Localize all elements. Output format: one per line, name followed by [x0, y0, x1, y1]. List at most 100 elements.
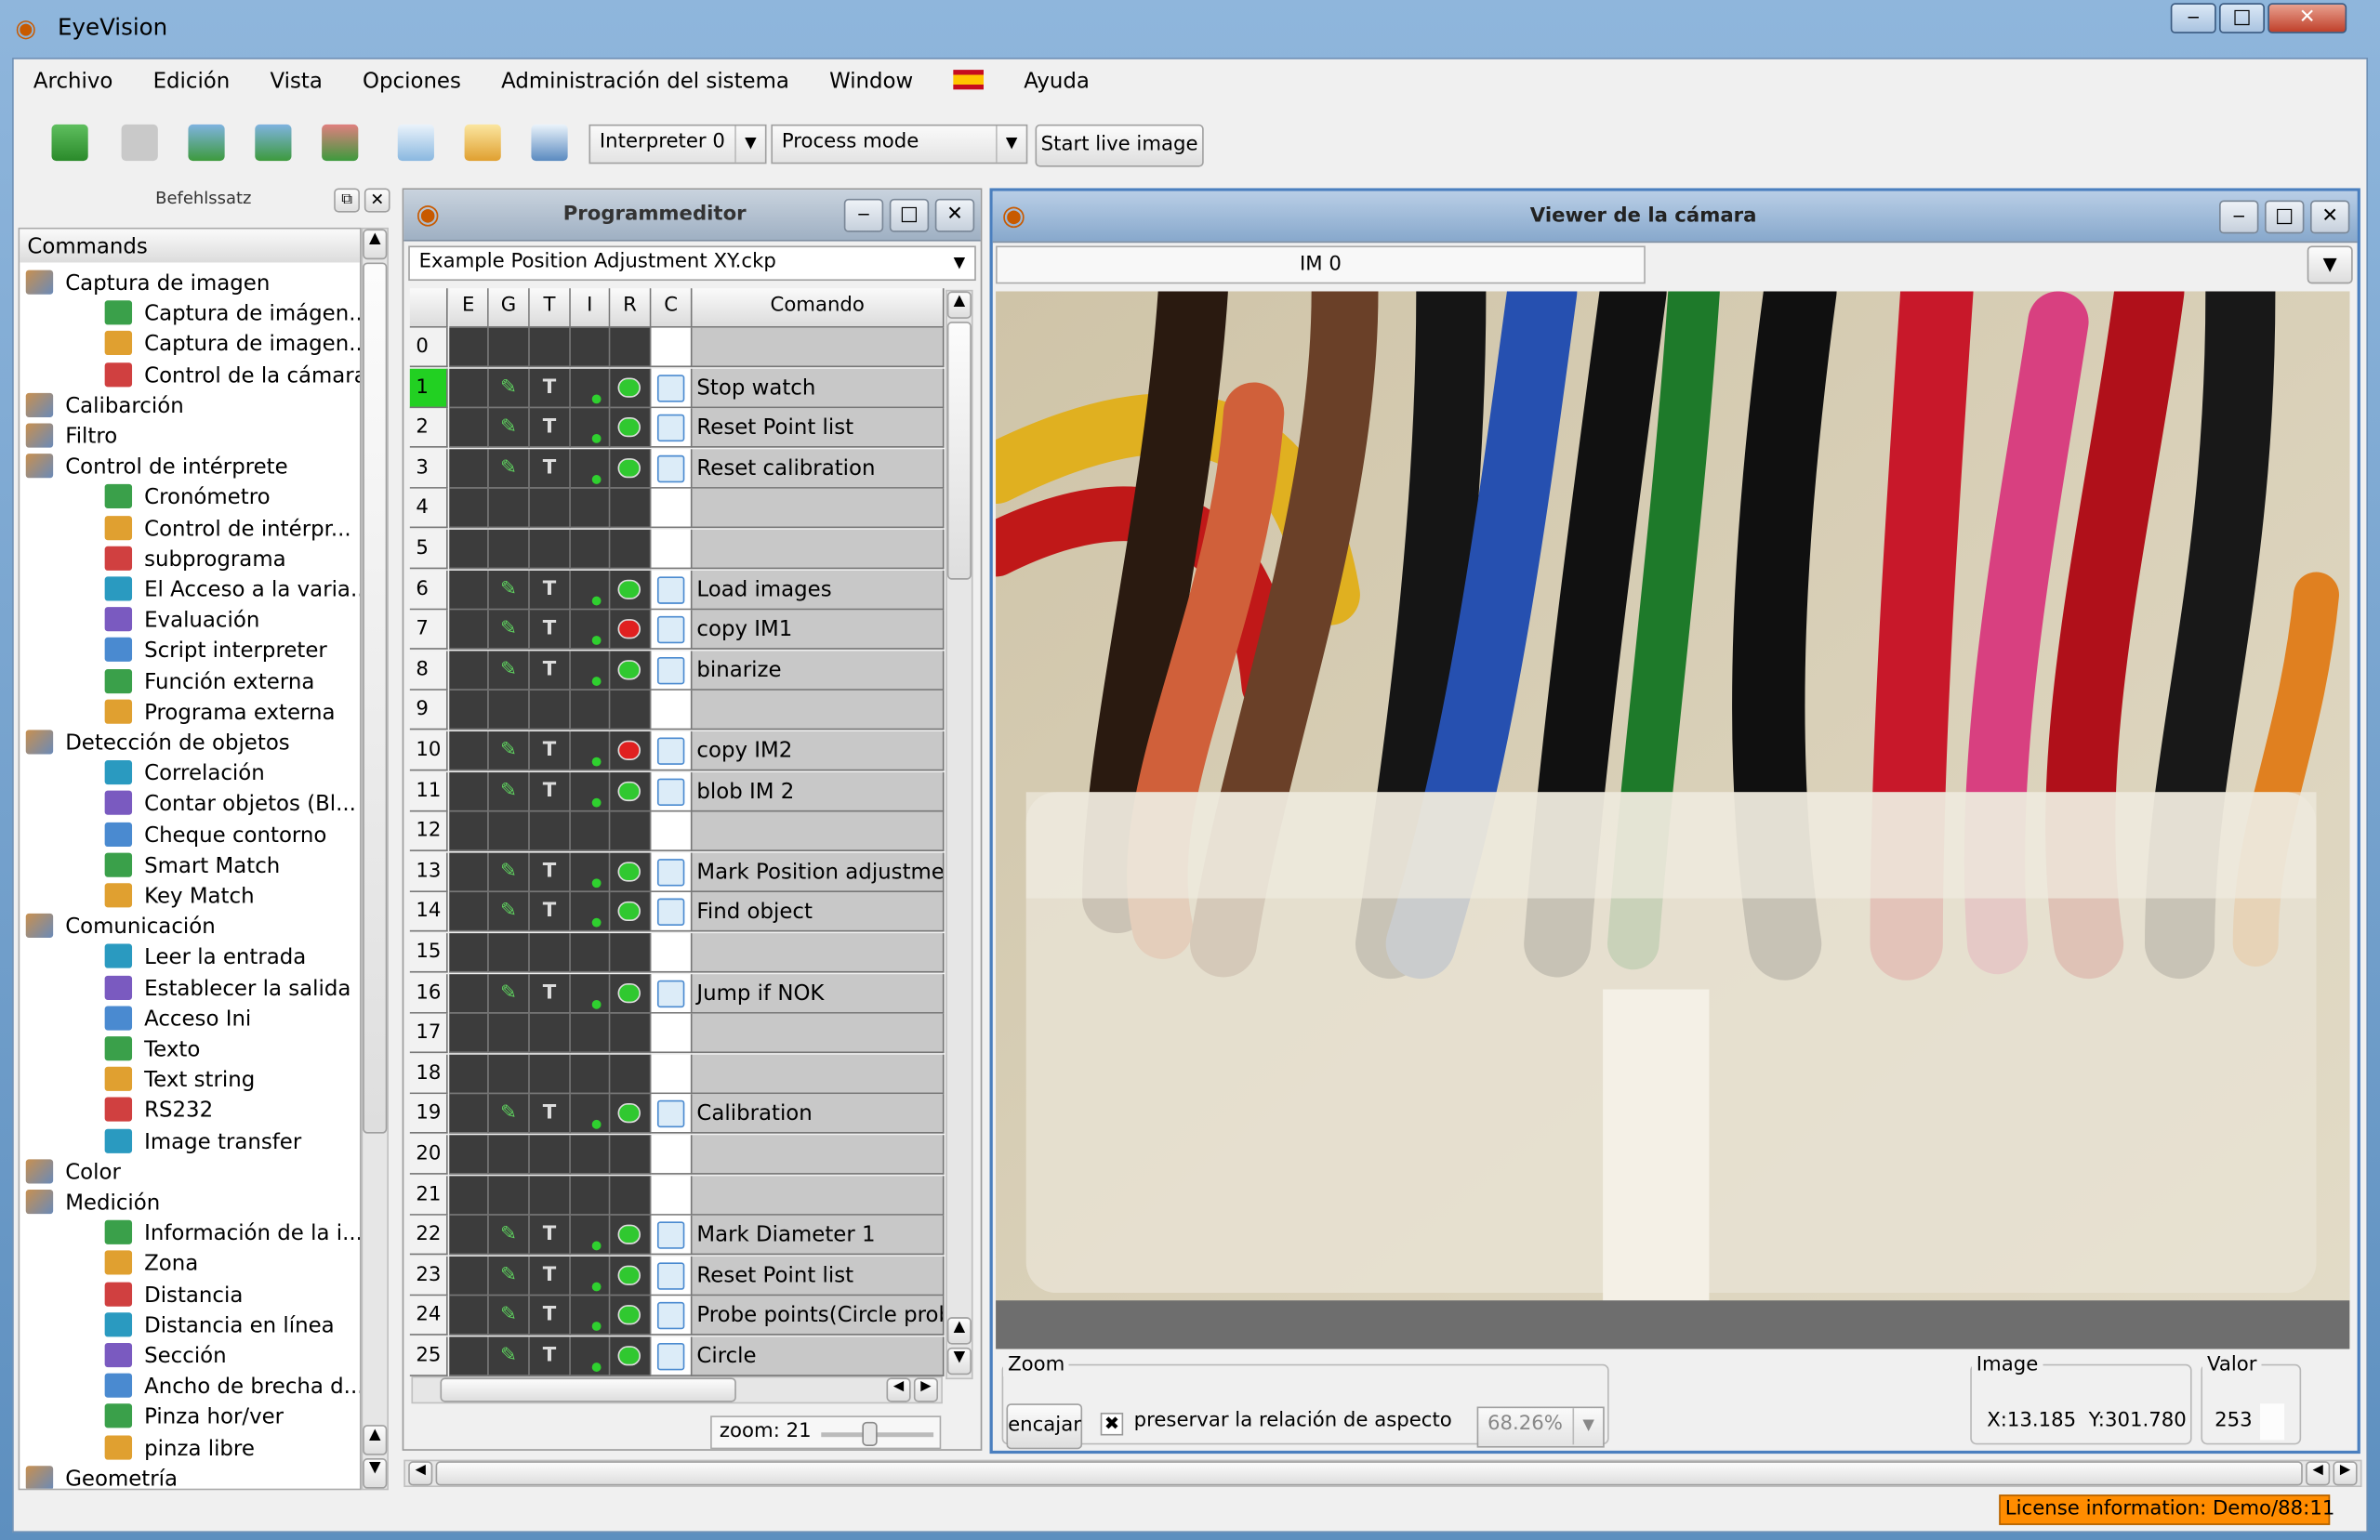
- table-row[interactable]: 4: [409, 489, 945, 530]
- flag-cell[interactable]: [449, 489, 489, 529]
- table-row[interactable]: 18: [409, 1054, 945, 1095]
- tree-category[interactable]: Control de intérprete: [25, 453, 288, 483]
- close-button[interactable]: ✕: [2268, 3, 2347, 33]
- trace-icon[interactable]: T: [529, 852, 571, 892]
- row-number[interactable]: 10: [409, 731, 448, 771]
- dot-icon[interactable]: [570, 771, 611, 811]
- command-icon[interactable]: [651, 448, 693, 489]
- pencil-icon[interactable]: ✎: [488, 408, 530, 448]
- interpreter-select[interactable]: Interpreter 0 ▼: [588, 124, 767, 165]
- tree-item[interactable]: Captura de imágen...: [104, 299, 360, 330]
- table-row[interactable]: 23 ✎ T Reset Point list: [409, 1256, 945, 1297]
- flag-cell[interactable]: [449, 1054, 489, 1094]
- scroll-up-icon[interactable]: ▲: [363, 229, 388, 260]
- dot-icon[interactable]: [570, 1336, 611, 1376]
- row-number[interactable]: 25: [409, 1336, 448, 1376]
- flag-cell[interactable]: [570, 327, 611, 368]
- command-icon[interactable]: [651, 489, 693, 529]
- tree-item[interactable]: Key Match: [104, 882, 255, 913]
- tree-item[interactable]: Correlación: [104, 759, 265, 790]
- menu-edicion[interactable]: Edición: [153, 70, 231, 94]
- open-folder-icon[interactable]: [464, 124, 501, 162]
- command-name[interactable]: Reset calibration: [692, 448, 945, 489]
- command-icon[interactable]: [651, 610, 693, 651]
- row-number[interactable]: 4: [409, 489, 448, 529]
- command-icon[interactable]: [651, 691, 693, 731]
- command-icon[interactable]: [651, 327, 693, 368]
- table-row[interactable]: 16 ✎ T Jump if NOK: [409, 973, 945, 1015]
- command-icon[interactable]: [651, 651, 693, 691]
- command-name[interactable]: Calibration: [692, 1094, 945, 1135]
- flag-cell[interactable]: [449, 892, 489, 933]
- tree-item[interactable]: Texto: [104, 1035, 200, 1066]
- row-number[interactable]: 1: [409, 368, 448, 408]
- dot-icon[interactable]: [570, 570, 611, 610]
- trace-icon[interactable]: T: [529, 1336, 571, 1376]
- flag-cell[interactable]: [449, 1336, 489, 1376]
- table-row[interactable]: 24 ✎ T Probe points(Circle probe: [409, 1296, 945, 1337]
- flag-cell[interactable]: [449, 448, 489, 489]
- tree-item[interactable]: Información de la i...: [104, 1218, 360, 1249]
- pencil-icon[interactable]: ✎: [488, 651, 530, 691]
- command-icon[interactable]: [651, 1336, 693, 1376]
- table-row[interactable]: 5: [409, 529, 945, 571]
- dot-icon[interactable]: [570, 892, 611, 933]
- flag-cell[interactable]: [529, 1175, 571, 1216]
- pencil-icon[interactable]: ✎: [488, 1336, 530, 1376]
- table-row[interactable]: 0: [409, 327, 945, 369]
- pencil-icon[interactable]: ✎: [488, 448, 530, 489]
- tree-item[interactable]: Script interpreter: [104, 637, 327, 667]
- row-number[interactable]: 8: [409, 651, 448, 691]
- tree-category[interactable]: Captura de imagen: [25, 269, 271, 299]
- flag-cell[interactable]: [449, 327, 489, 368]
- flag-cell[interactable]: [449, 570, 489, 610]
- table-row[interactable]: 11 ✎ Tblob IM 2: [409, 771, 945, 812]
- pencil-icon[interactable]: ✎: [488, 1216, 530, 1256]
- scroll-up-icon[interactable]: ▲: [363, 1425, 388, 1455]
- command-name[interactable]: Mark Position adjustmen: [692, 852, 945, 892]
- table-row[interactable]: 9: [409, 691, 945, 732]
- tree-item[interactable]: Cheque contorno: [104, 821, 326, 851]
- row-number[interactable]: 2: [409, 408, 448, 448]
- trace-icon[interactable]: T: [529, 1256, 571, 1296]
- dot-icon[interactable]: [570, 1296, 611, 1336]
- command-icon[interactable]: [651, 408, 693, 448]
- minimize-button[interactable]: ‒: [2219, 200, 2259, 234]
- command-icon[interactable]: [651, 1054, 693, 1094]
- pencil-icon[interactable]: ✎: [488, 852, 530, 892]
- program-scrollbar[interactable]: ▲ ▲ ▼: [945, 289, 973, 1380]
- flag-cell[interactable]: [488, 1175, 530, 1216]
- flag-cell[interactable]: [610, 1013, 652, 1054]
- tree-item[interactable]: Ancho de brecha d...: [104, 1372, 360, 1402]
- status-green-icon[interactable]: [610, 1336, 652, 1376]
- command-name[interactable]: Reset Point list: [692, 408, 945, 448]
- tree-item[interactable]: Distancia en línea: [104, 1310, 335, 1341]
- pencil-icon[interactable]: ✎: [488, 368, 530, 408]
- table-row[interactable]: 1 ✎ T Stop watch: [409, 368, 945, 409]
- delete-icon[interactable]: [322, 124, 359, 162]
- tree-category[interactable]: Geometría: [25, 1464, 178, 1489]
- table-row[interactable]: 20: [409, 1135, 945, 1176]
- row-number[interactable]: 16: [409, 973, 448, 1013]
- pencil-icon[interactable]: ✎: [488, 731, 530, 771]
- command-icon[interactable]: [651, 1216, 693, 1256]
- tree-item[interactable]: Distancia: [104, 1280, 243, 1310]
- trace-icon[interactable]: T: [529, 1094, 571, 1135]
- row-number[interactable]: 0: [409, 327, 448, 368]
- table-row[interactable]: 14 ✎ T Find object: [409, 892, 945, 934]
- row-number[interactable]: 14: [409, 892, 448, 933]
- trace-icon[interactable]: T: [529, 973, 571, 1013]
- command-icon[interactable]: [651, 973, 693, 1013]
- command-icon[interactable]: [651, 368, 693, 408]
- command-name[interactable]: binarize: [692, 651, 945, 691]
- command-icon[interactable]: [651, 933, 693, 973]
- command-icon[interactable]: [651, 570, 693, 610]
- flag-cell[interactable]: [610, 1054, 652, 1094]
- flag-cell[interactable]: [529, 327, 571, 368]
- column-header[interactable]: E: [449, 288, 489, 328]
- scroll-left-icon[interactable]: ◀: [886, 1377, 911, 1402]
- command-icon[interactable]: [651, 771, 693, 811]
- status-green-icon[interactable]: [610, 1296, 652, 1336]
- row-number[interactable]: 23: [409, 1256, 448, 1296]
- tree-category[interactable]: Comunicación: [25, 913, 216, 943]
